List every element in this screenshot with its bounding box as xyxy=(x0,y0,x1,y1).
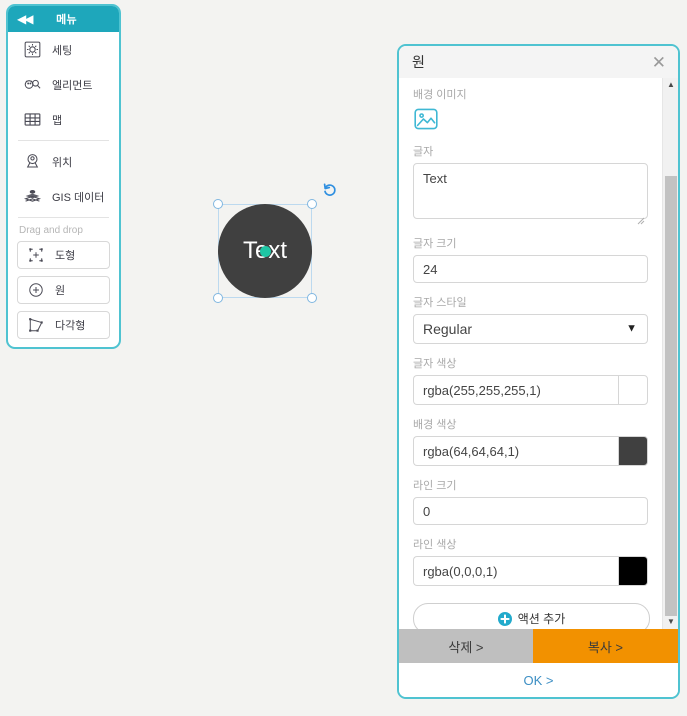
location-pin-icon xyxy=(22,151,43,172)
sidebar-item-settings[interactable]: 세팅 xyxy=(8,32,119,67)
text-color-row xyxy=(413,375,648,405)
sidebar-item-location[interactable]: 위치 xyxy=(8,144,119,179)
bg-color-input[interactable] xyxy=(413,436,618,466)
font-style-label: 글자 스타일 xyxy=(413,297,467,309)
shape-properties-panel: 원 ✕ 배경 이미지 글자 글자 크기 xyxy=(397,44,680,699)
double-chevron-left-icon[interactable]: ◀◀ xyxy=(17,13,34,25)
drag-item-label: 다각형 xyxy=(55,320,86,332)
rotate-ccw-icon[interactable] xyxy=(322,182,338,198)
drag-item-label: 도형 xyxy=(55,250,76,262)
font-size-input[interactable] xyxy=(413,255,648,283)
scrollbar-thumb[interactable] xyxy=(665,176,677,616)
text-color-swatch[interactable] xyxy=(618,375,648,405)
sidebar-header: ◀◀ 메뉴 xyxy=(8,6,119,32)
ok-button[interactable]: OK > xyxy=(399,663,678,697)
panel-title: 원 xyxy=(412,54,425,70)
polygon-icon xyxy=(26,315,46,335)
line-color-row xyxy=(413,556,648,586)
panel-body: 배경 이미지 글자 글자 크기 글자 스타일 xyxy=(399,78,662,629)
line-color-label: 라인 색상 xyxy=(413,539,457,551)
delete-button[interactable]: 삭제 > xyxy=(399,629,533,663)
resize-handle-bottom-right[interactable] xyxy=(307,293,317,303)
drag-item-polygon[interactable]: 다각형 xyxy=(17,311,110,339)
gear-icon xyxy=(22,39,43,60)
font-size-label: 글자 크기 xyxy=(413,238,457,250)
sidebar-item-label: 맵 xyxy=(52,114,63,127)
bg-color-label: 배경 색상 xyxy=(413,419,457,431)
image-placeholder-icon[interactable] xyxy=(413,106,439,132)
selected-shape-group[interactable]: Text xyxy=(213,183,336,303)
line-size-label: 라인 크기 xyxy=(413,480,457,492)
text-input[interactable] xyxy=(413,163,648,219)
line-color-input[interactable] xyxy=(413,556,618,586)
plus-circle-icon xyxy=(497,611,512,626)
text-color-label: 글자 색상 xyxy=(413,358,457,370)
shape-rect-add-icon xyxy=(26,245,46,265)
sidebar-item-label: GIS 데이터 xyxy=(52,191,105,204)
bg-color-row xyxy=(413,436,648,466)
add-action-label: 액션 추가 xyxy=(517,612,566,626)
drag-item-circle[interactable]: 원 xyxy=(17,276,110,304)
sidebar-item-label: 위치 xyxy=(52,156,73,169)
sidebar-item-gis-data[interactable]: GIS 데이터 xyxy=(8,179,119,214)
sidebar-divider xyxy=(18,140,109,141)
bg-color-swatch[interactable] xyxy=(618,436,648,466)
resize-handle-top-right[interactable] xyxy=(307,199,317,209)
copy-button[interactable]: 복사 > xyxy=(532,629,678,663)
sidebar-item-label: 세팅 xyxy=(52,44,73,57)
sidebar-divider xyxy=(18,217,109,218)
triangle-down-icon[interactable]: ▼ xyxy=(663,615,678,629)
drag-and-drop-label: Drag and drop xyxy=(19,225,83,236)
sidebar-item-label: 엘리먼트 xyxy=(52,79,93,92)
grid-map-icon xyxy=(22,109,43,130)
panel-header: 원 ✕ xyxy=(399,46,678,78)
sidebar-item-map[interactable]: 맵 xyxy=(8,102,119,137)
resize-handle-top-left[interactable] xyxy=(213,199,223,209)
shape-center-dot xyxy=(259,245,271,257)
triangle-up-icon[interactable]: ▲ xyxy=(663,78,678,92)
drag-item-shape[interactable]: 도형 xyxy=(17,241,110,269)
sidebar-item-element[interactable]: 엘리먼트 xyxy=(8,67,119,102)
text-field-label: 글자 xyxy=(413,146,434,158)
left-sidebar: ◀◀ 메뉴 세팅 엘리먼트 맵 위치 GIS 데이터 Drag and drop… xyxy=(6,4,121,349)
text-color-input[interactable] xyxy=(413,375,618,405)
bg-image-label: 배경 이미지 xyxy=(413,89,467,101)
font-style-select[interactable]: RegularBoldItalicBold Italic xyxy=(413,314,648,344)
panel-footer: 삭제 > 복사 > OK > xyxy=(399,629,678,697)
line-color-swatch[interactable] xyxy=(618,556,648,586)
text-field-wrapper xyxy=(413,163,648,225)
circle-add-icon xyxy=(26,280,46,300)
circle-shape[interactable]: Text xyxy=(218,204,312,298)
add-action-button[interactable]: 액션 추가 xyxy=(413,603,650,629)
resize-handle-bottom-left[interactable] xyxy=(213,293,223,303)
drag-item-label: 원 xyxy=(55,285,66,297)
panel-scrollbar[interactable]: ▲ ▼ xyxy=(662,78,678,629)
panel-footer-buttons: 삭제 > 복사 > xyxy=(399,629,678,663)
close-icon[interactable]: ✕ xyxy=(650,54,668,71)
font-style-select-wrapper: RegularBoldItalicBold Italic ▼ xyxy=(413,314,648,344)
line-size-input[interactable] xyxy=(413,497,648,525)
layers-stack-icon xyxy=(22,186,43,207)
element-nodes-icon xyxy=(22,74,43,95)
panel-body-wrapper: 배경 이미지 글자 글자 크기 글자 스타일 xyxy=(399,78,678,629)
